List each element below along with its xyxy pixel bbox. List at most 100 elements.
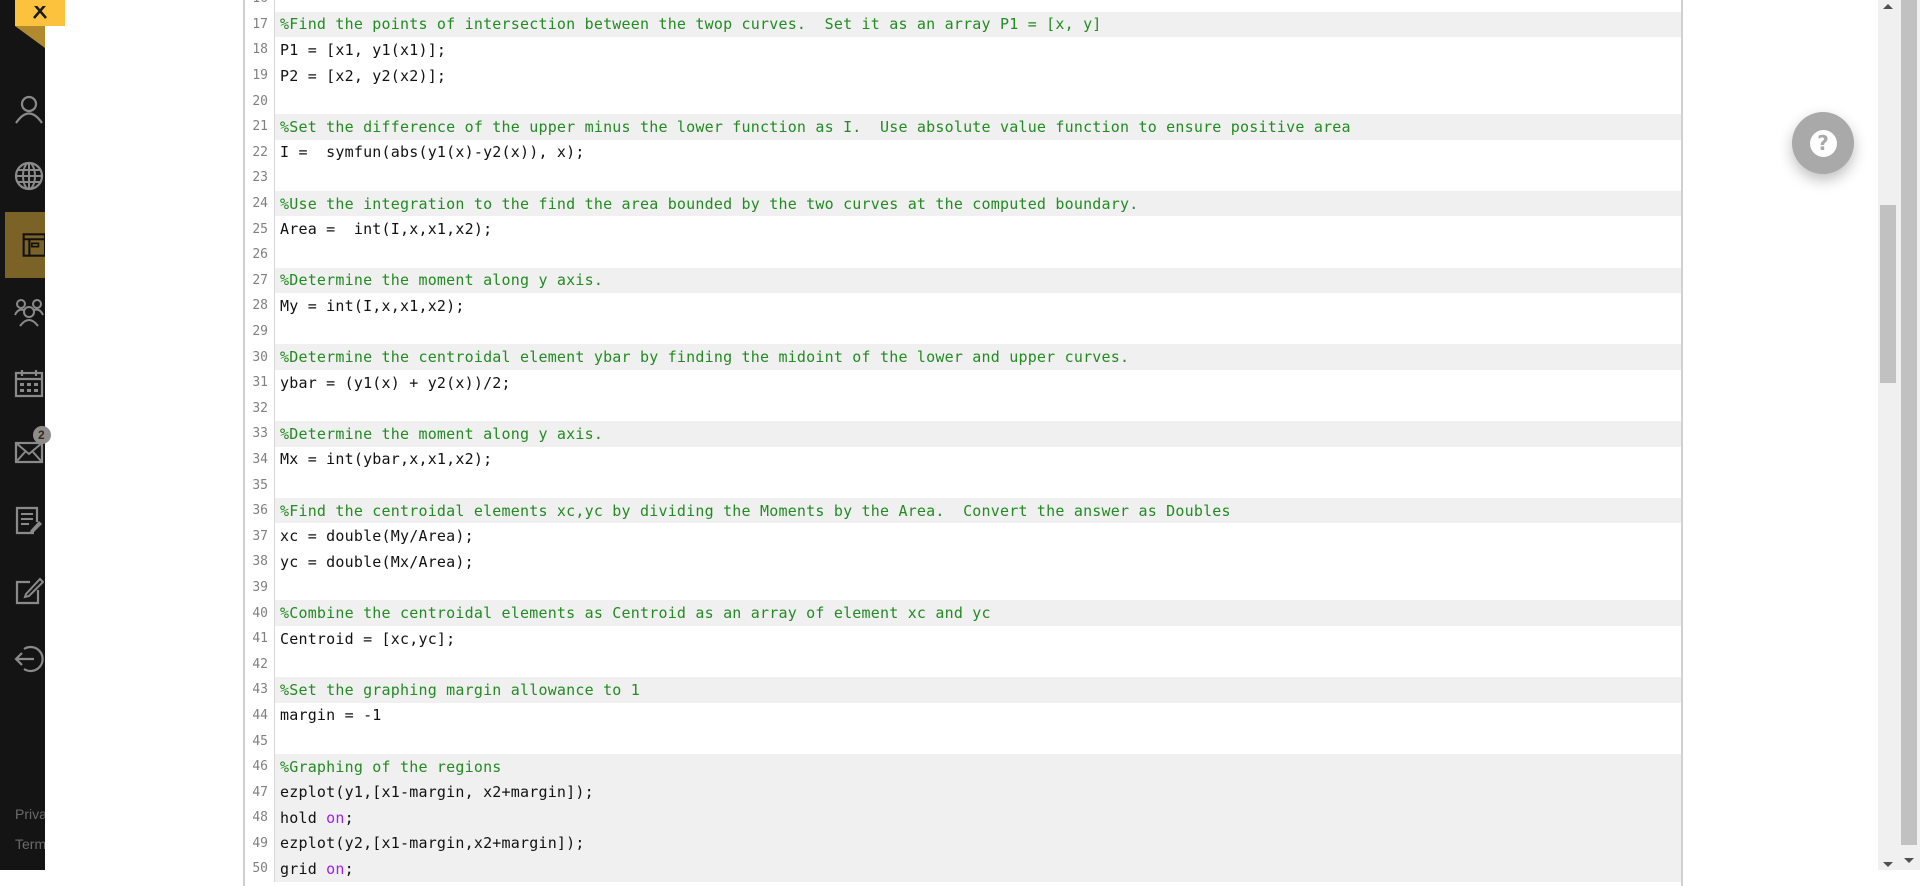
page-scroll-down-arrow-icon[interactable] xyxy=(1904,858,1914,863)
line-number: 32 xyxy=(245,395,275,422)
line-number: 43 xyxy=(245,677,275,703)
code-line[interactable]: 35 xyxy=(245,472,1681,498)
code-comment: %Find the centroidal elements xc,yc by d… xyxy=(280,501,1231,520)
line-number: 26 xyxy=(245,241,275,268)
line-number: 25 xyxy=(245,216,275,242)
line-number: 48 xyxy=(245,805,275,831)
code-line[interactable]: 43 %Set the graphing margin allowance to … xyxy=(245,677,1681,703)
scroll-up-arrow-icon[interactable] xyxy=(1883,4,1893,9)
code-text: yc = double(Mx/Area); xyxy=(280,552,474,571)
sidebar-item-calendar[interactable] xyxy=(0,350,45,416)
code-line[interactable]: 25 Area = int(I,x,x1,x2); xyxy=(245,216,1681,242)
line-number: 19 xyxy=(245,62,275,89)
line-number: 21 xyxy=(245,113,275,140)
code-text: Centroid = [xc,yc]; xyxy=(280,629,456,648)
sidebar-item-groups[interactable] xyxy=(0,280,45,346)
code-line[interactable]: 31 ybar = (y1(x) + y2(x))/2; xyxy=(245,369,1681,396)
sidebar-item-language[interactable] xyxy=(0,143,45,209)
line-number: 34 xyxy=(245,446,275,473)
sidebar-item-notes[interactable] xyxy=(0,558,45,624)
code-line[interactable]: 46 %Graphing of the regions xyxy=(245,753,1681,780)
editor-scrollbar-thumb[interactable] xyxy=(1880,205,1896,383)
messages-badge: 2 xyxy=(33,426,51,444)
code-line[interactable]: 21 %Set the difference of the upper minus… xyxy=(245,113,1681,140)
code-text: ezplot(y2,[x1-margin,x2+margin]); xyxy=(280,834,585,853)
code-text: xc = double(My/Area); xyxy=(280,527,474,546)
code-line[interactable]: 38 yc = double(Mx/Area); xyxy=(245,549,1681,575)
user-icon xyxy=(15,95,43,124)
code-text: Mx = int(ybar,x,x1,x2); xyxy=(280,450,493,469)
code-line[interactable]: 45 xyxy=(245,728,1681,754)
help-button[interactable]: ? xyxy=(1792,112,1854,174)
line-number: 23 xyxy=(245,165,275,191)
code-comment: %Combine the centroidal elements as Cent… xyxy=(280,604,991,623)
code-line[interactable]: 18 P1 = [x1, y1(x1)]; xyxy=(245,37,1681,63)
privacy-link[interactable]: Privacy xyxy=(15,806,45,822)
code-line[interactable]: 36 %Find the centroidal elements xc,yc by… xyxy=(245,497,1681,524)
code-line[interactable]: 34 Mx = int(ybar,x,x1,x2); xyxy=(245,446,1681,473)
code-line[interactable]: 50 grid on; xyxy=(245,856,1681,882)
line-number: 35 xyxy=(245,472,275,498)
code-comment: %Set the difference of the upper minus t… xyxy=(280,117,1351,136)
code-line[interactable]: 32 xyxy=(245,395,1681,422)
code-line[interactable]: 30 %Determine the centroidal element ybar… xyxy=(245,344,1681,370)
code-line[interactable]: 23 xyxy=(245,165,1681,191)
code-text: ezplot(y1,[x1-margin, x2+margin]); xyxy=(280,783,594,802)
code-line[interactable]: 20 xyxy=(245,88,1681,114)
code-line[interactable]: 24 %Use the integration to the find the a… xyxy=(245,190,1681,217)
code-text: Area = int(I,x,x1,x2); xyxy=(280,220,493,239)
code-line[interactable]: 19 P2 = [x2, y2(x2)]; xyxy=(245,62,1681,89)
users-icon xyxy=(14,299,44,327)
code-line[interactable]: 37 xc = double(My/Area); xyxy=(245,523,1681,550)
code-comment: %Determine the moment along y axis. xyxy=(280,424,604,443)
code-line[interactable]: 22 I = symfun(abs(y1(x)-y2(x)), x); xyxy=(245,139,1681,166)
code-line[interactable]: 27 %Determine the moment along y axis. xyxy=(245,267,1681,294)
code-comment: %Graphing of the regions xyxy=(280,757,502,776)
close-button[interactable] xyxy=(15,0,65,26)
line-number: 42 xyxy=(245,651,275,678)
line-number: 44 xyxy=(245,702,275,729)
code-line[interactable]: 47 ezplot(y1,[x1-margin, x2+margin]); xyxy=(245,779,1681,805)
code-text: grid on; xyxy=(275,860,354,878)
line-number: 30 xyxy=(245,344,275,370)
code-line[interactable]: 29 xyxy=(245,318,1681,345)
code-text: I = symfun(abs(y1(x)-y2(x)), x); xyxy=(280,143,585,162)
code-line[interactable]: 40 %Combine the centroidal elements as Ce… xyxy=(245,600,1681,626)
editor-scrollbar[interactable] xyxy=(1878,0,1898,870)
line-number: 49 xyxy=(245,830,275,857)
page-scrollbar-thumb[interactable] xyxy=(1901,0,1917,845)
code-line[interactable]: 49 ezplot(y2,[x1-margin,x2+margin]); xyxy=(245,830,1681,857)
line-number: 18 xyxy=(245,37,275,63)
code-editor[interactable]: 1617 %Find the points of intersection bet… xyxy=(243,0,1683,886)
scroll-down-arrow-icon[interactable] xyxy=(1883,862,1893,867)
code-comment: %Determine the moment along y axis. xyxy=(280,271,604,290)
logout-icon xyxy=(14,645,44,673)
code-text: P2 = [x2, y2(x2)]; xyxy=(280,66,447,85)
code-line[interactable]: 48 hold on; xyxy=(245,805,1681,831)
sidebar-item-logout[interactable] xyxy=(0,626,45,692)
code-line[interactable]: 44 margin = -1 xyxy=(245,702,1681,729)
code-line[interactable]: 17 %Find the points of intersection betwe… xyxy=(245,11,1681,38)
line-number: 28 xyxy=(245,293,275,319)
code-line[interactable]: 42 xyxy=(245,651,1681,678)
page-scrollbar[interactable] xyxy=(1898,0,1920,870)
code-line[interactable]: 16 xyxy=(245,0,1681,12)
code-text: margin = -1 xyxy=(280,706,382,725)
terms-link[interactable]: Terms xyxy=(15,836,45,852)
sidebar-item-profile[interactable] xyxy=(0,76,45,142)
line-number: 50 xyxy=(245,856,275,882)
line-number: 46 xyxy=(245,753,275,780)
line-number: 17 xyxy=(245,11,275,38)
calendar-icon xyxy=(14,370,44,398)
sidebar-item-messages[interactable]: 2 xyxy=(0,418,51,484)
code-line[interactable]: 41 Centroid = [xc,yc]; xyxy=(245,625,1681,652)
sidebar-item-assignments[interactable] xyxy=(0,488,45,554)
code-line[interactable]: 26 xyxy=(245,241,1681,268)
code-comment: %Determine the centroidal element ybar b… xyxy=(280,348,1130,367)
line-number: 37 xyxy=(245,523,275,550)
code-line[interactable]: 28 My = int(I,x,x1,x2); xyxy=(245,293,1681,319)
sidebar-item-dashboard[interactable] xyxy=(5,212,45,278)
code-line[interactable]: 33 %Determine the moment along y axis. xyxy=(245,421,1681,447)
code-line[interactable]: 39 xyxy=(245,574,1681,601)
line-number: 29 xyxy=(245,318,275,345)
